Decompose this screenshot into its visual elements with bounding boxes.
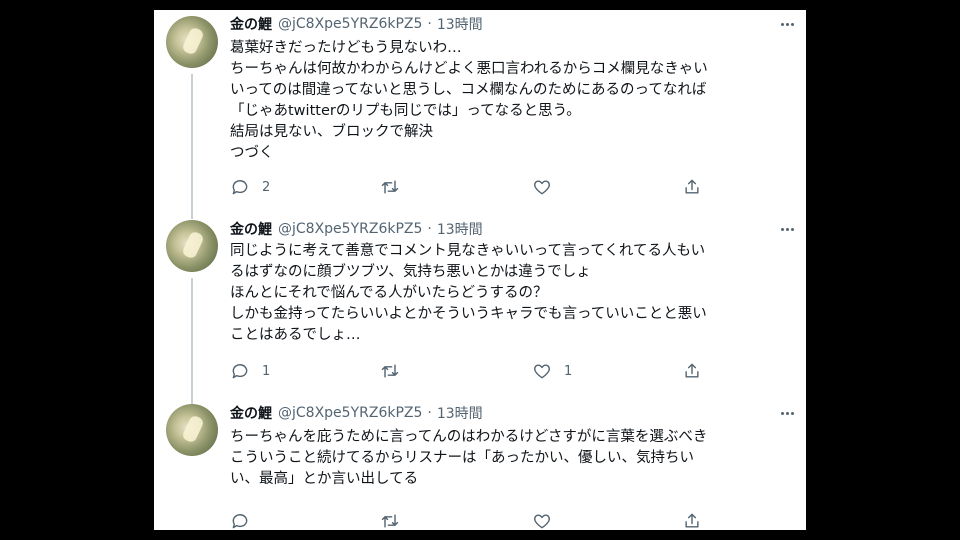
tweet-text-line: い、最高」とか言い出してる bbox=[230, 471, 419, 487]
tweet-1[interactable]: 金の鯉 @jC8Xpe5YRZ6kPZ5 · 13時間 葛葉好きだったけどもう見… bbox=[154, 10, 806, 219]
reply-icon bbox=[232, 180, 248, 195]
thread-connector-line bbox=[191, 74, 193, 219]
retweet-button[interactable] bbox=[380, 511, 412, 530]
like-icon bbox=[534, 364, 550, 379]
like-count: 1 bbox=[564, 363, 573, 379]
share-icon bbox=[685, 513, 699, 528]
tweet-actions bbox=[230, 511, 796, 530]
timestamp[interactable]: 13時間 bbox=[437, 403, 483, 423]
retweet-icon bbox=[381, 514, 399, 528]
tweet-text-line: るはずなのに顔ブツブツ、気持ち悪いとかは違うでしょ bbox=[230, 264, 591, 280]
more-icon[interactable] bbox=[781, 13, 794, 35]
thread-connector-line bbox=[191, 278, 193, 406]
separator-dot: · bbox=[427, 405, 432, 421]
reply-button[interactable] bbox=[230, 511, 262, 530]
share-icon bbox=[685, 179, 699, 194]
tweet-text-line: ちーちゃんを庇うために言ってんのはわかるけどさすがに言葉を選ぶべき bbox=[230, 429, 708, 445]
tweet-text-line: ことはあるでしょ… bbox=[230, 327, 361, 343]
separator-dot: · bbox=[427, 221, 432, 237]
tweet-text-line: ちーちゃんは何故かわからんけどよく悪口言われるからコメ欄見なきゃい bbox=[230, 61, 708, 77]
tweet-text: 葛葉好きだったけどもう見ないわ… ちーちゃんは何故かわからんけどよく悪口言われる… bbox=[230, 38, 796, 164]
tweet-header: 金の鯉 @jC8Xpe5YRZ6kPZ5 · 13時間 bbox=[230, 402, 483, 424]
reply-count: 2 bbox=[262, 179, 271, 195]
reply-button[interactable]: 1 bbox=[230, 361, 270, 381]
user-handle[interactable]: @jC8Xpe5YRZ6kPZ5 bbox=[278, 405, 422, 421]
share-button[interactable] bbox=[682, 177, 702, 197]
tweet-thread-panel: 金の鯉 @jC8Xpe5YRZ6kPZ5 · 13時間 葛葉好きだったけどもう見… bbox=[154, 10, 806, 530]
tweet-text-line: しかも金持ってたらいいよとかそういうキャラでも言っていいことと悪い bbox=[230, 306, 707, 322]
retweet-button[interactable] bbox=[380, 361, 412, 381]
tweet-text: 同じように考えて善意でコメント見なきゃいいって言ってくれてる人もい るはずなのに… bbox=[230, 241, 796, 346]
display-name[interactable]: 金の鯉 bbox=[230, 14, 272, 34]
tweet-actions: 1 1 bbox=[230, 361, 796, 381]
separator-dot: · bbox=[427, 16, 432, 32]
tweet-actions: 2 bbox=[230, 177, 796, 197]
avatar[interactable] bbox=[166, 16, 218, 68]
reply-count: 1 bbox=[262, 363, 271, 379]
timestamp[interactable]: 13時間 bbox=[437, 14, 483, 34]
share-button[interactable] bbox=[682, 511, 702, 530]
tweet-header: 金の鯉 @jC8Xpe5YRZ6kPZ5 · 13時間 bbox=[230, 13, 483, 35]
like-icon bbox=[534, 180, 550, 195]
like-icon bbox=[534, 514, 550, 529]
display-name[interactable]: 金の鯉 bbox=[230, 403, 272, 423]
timestamp[interactable]: 13時間 bbox=[437, 219, 483, 239]
tweet-text-line: 「じゃあtwitterのリプも同じでは」ってなると思う。 bbox=[230, 103, 581, 119]
tweet-text: ちーちゃんを庇うために言ってんのはわかるけどさすがに言葉を選ぶべき こういうこと… bbox=[230, 427, 796, 490]
tweet-text-line: こういうこと続けてるからリスナーは「あったかい、優しい、気持ちい bbox=[230, 450, 694, 466]
tweet-header: 金の鯉 @jC8Xpe5YRZ6kPZ5 · 13時間 bbox=[230, 218, 483, 240]
share-button[interactable] bbox=[682, 361, 702, 381]
more-icon[interactable] bbox=[781, 402, 794, 424]
retweet-button[interactable] bbox=[380, 177, 412, 197]
display-name[interactable]: 金の鯉 bbox=[230, 219, 272, 239]
tweet-text-line: 葛葉好きだったけどもう見ないわ… bbox=[230, 40, 462, 56]
tweet-3[interactable]: 金の鯉 @jC8Xpe5YRZ6kPZ5 · 13時間 ちーちゃんを庇うために言… bbox=[154, 400, 806, 530]
avatar[interactable] bbox=[166, 404, 218, 456]
reply-icon bbox=[232, 364, 248, 379]
more-icon[interactable] bbox=[781, 218, 794, 240]
tweet-2[interactable]: 金の鯉 @jC8Xpe5YRZ6kPZ5 · 13時間 同じように考えて善意でコ… bbox=[154, 216, 806, 406]
tweet-text-line: 同じように考えて善意でコメント見なきゃいいって言ってくれてる人もい bbox=[230, 243, 706, 259]
tweet-text-line: 結局は見ない、ブロックで解決 bbox=[230, 124, 433, 140]
user-handle[interactable]: @jC8Xpe5YRZ6kPZ5 bbox=[278, 221, 422, 237]
reply-icon bbox=[232, 514, 248, 529]
retweet-icon bbox=[381, 364, 399, 378]
user-handle[interactable]: @jC8Xpe5YRZ6kPZ5 bbox=[278, 16, 422, 32]
retweet-icon bbox=[381, 180, 399, 194]
tweet-text-line: いってのは間違ってないと思うし、コメ欄なんのためにあるのってなれば bbox=[230, 82, 707, 98]
share-icon bbox=[685, 363, 699, 378]
like-button[interactable] bbox=[532, 177, 564, 197]
like-button[interactable]: 1 bbox=[532, 361, 572, 381]
avatar[interactable] bbox=[166, 220, 218, 272]
tweet-text-line: つづく bbox=[230, 145, 274, 161]
like-button[interactable] bbox=[532, 511, 564, 530]
reply-button[interactable]: 2 bbox=[230, 177, 270, 197]
tweet-text-line: ほんとにそれで悩んでる人がいたらどうするの？ bbox=[230, 285, 548, 301]
